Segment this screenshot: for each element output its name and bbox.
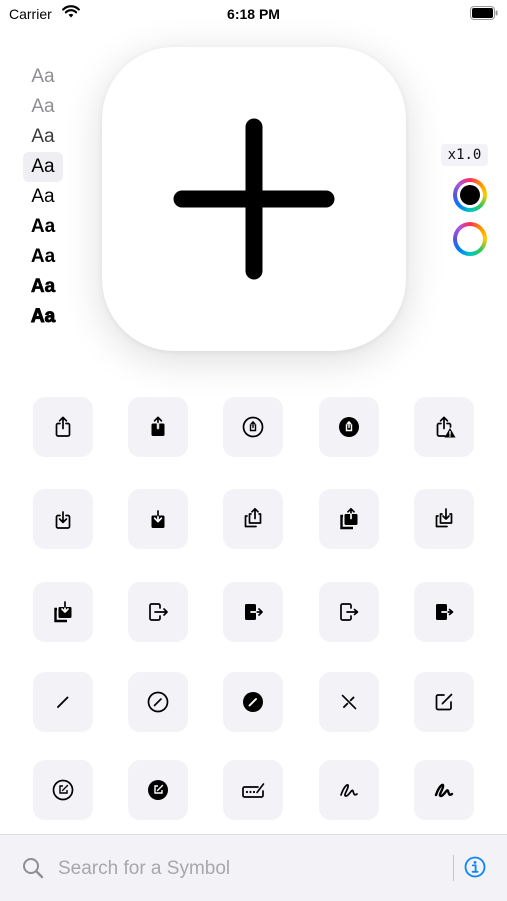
square-and-arrow-up-icon xyxy=(55,416,71,437)
pencil-circle-icon xyxy=(147,691,169,713)
plus-icon xyxy=(173,118,335,280)
symbol-tile[interactable] xyxy=(319,672,379,732)
weight-option-semibold[interactable]: Aa xyxy=(23,212,63,242)
square-and-arrow-down-on-square-icon xyxy=(435,508,453,528)
symbol-tile[interactable] xyxy=(223,489,283,549)
status-bar: Carrier 6:18 PM xyxy=(0,0,507,28)
symbol-tile[interactable] xyxy=(33,760,93,820)
symbol-tile[interactable] xyxy=(414,582,474,642)
symbol-preview xyxy=(102,47,406,351)
weight-option-regular[interactable]: Aa xyxy=(23,152,63,182)
symbol-tile[interactable] xyxy=(414,397,474,457)
symbol-tile[interactable] xyxy=(33,489,93,549)
weight-option-medium[interactable]: Aa xyxy=(23,182,63,212)
symbol-tile[interactable] xyxy=(223,397,283,457)
symbol-tile[interactable] xyxy=(33,397,93,457)
square-and-pencil-circle-fill-icon xyxy=(148,780,168,800)
battery-icon xyxy=(470,6,498,20)
pencil-slash-icon xyxy=(340,693,358,711)
rectangle-portrait-and-arrow-right-icon xyxy=(149,603,168,621)
square-and-arrow-down-on-square-fill-icon xyxy=(54,601,72,623)
rectangle-portrait-and-arrow-forward-fill-icon xyxy=(436,604,454,620)
rectangle-and-pencil-and-ellipsis-icon xyxy=(242,783,265,798)
search-bar xyxy=(0,834,507,901)
weight-option-light[interactable]: Aa xyxy=(23,122,63,152)
secondary-color-picker[interactable] xyxy=(453,222,487,256)
symbol-tile[interactable] xyxy=(319,582,379,642)
primary-color-picker[interactable] xyxy=(453,178,487,212)
scale-button[interactable]: x1.0 xyxy=(441,144,488,166)
weight-option-black[interactable]: Aa xyxy=(23,302,63,332)
symbol-tile[interactable] xyxy=(319,489,379,549)
symbol-tile[interactable] xyxy=(128,489,188,549)
symbol-tile[interactable] xyxy=(223,760,283,820)
symbol-tile[interactable] xyxy=(128,760,188,820)
square-and-pencil-icon xyxy=(435,693,453,711)
square-and-arrow-up-circle-fill-icon xyxy=(339,417,359,437)
weight-option-bold[interactable]: Aa xyxy=(23,242,63,272)
symbol-tile[interactable] xyxy=(223,672,283,732)
symbol-tile[interactable] xyxy=(319,397,379,457)
search-icon xyxy=(23,858,44,879)
symbol-tile[interactable] xyxy=(414,672,474,732)
symbol-tile[interactable] xyxy=(128,582,188,642)
square-and-arrow-down-icon xyxy=(55,511,71,529)
rectangle-portrait-and-arrow-forward-icon xyxy=(340,603,359,621)
square-and-arrow-up-fill-icon xyxy=(151,416,165,436)
pencil-circle-fill-icon xyxy=(243,692,263,712)
symbol-tile[interactable] xyxy=(33,582,93,642)
weight-option-thin[interactable]: Aa xyxy=(23,92,63,122)
symbol-tile[interactable] xyxy=(128,672,188,732)
search-divider xyxy=(453,855,454,881)
square-and-arrow-up-circle-icon xyxy=(242,416,264,438)
primary-color-swatch xyxy=(460,185,480,205)
symbol-tile[interactable] xyxy=(319,760,379,820)
clock: 6:18 PM xyxy=(227,6,280,22)
weight-selector: Aa Aa Aa Aa Aa Aa Aa Aa Aa xyxy=(23,62,63,332)
square-and-arrow-up-on-square-fill-icon xyxy=(340,507,358,530)
weight-option-heavy[interactable]: Aa xyxy=(23,272,63,302)
scribble-variable-icon xyxy=(434,783,454,798)
search-input[interactable] xyxy=(56,853,440,885)
square-and-arrow-up-trianglebadge-exclamationmark-icon xyxy=(436,416,456,438)
symbol-tile[interactable] xyxy=(128,397,188,457)
scribble-icon xyxy=(340,784,358,797)
info-icon[interactable] xyxy=(464,856,486,878)
square-and-pencil-circle-icon xyxy=(52,779,74,801)
rectangle-portrait-and-arrow-right-fill-icon xyxy=(245,604,263,620)
symbol-tile[interactable] xyxy=(33,672,93,732)
symbol-tile[interactable] xyxy=(223,582,283,642)
symbol-tile[interactable] xyxy=(414,489,474,549)
square-and-arrow-up-on-square-icon xyxy=(244,507,262,528)
weight-option-ultralight[interactable]: Aa xyxy=(23,62,63,92)
symbol-tile[interactable] xyxy=(414,760,474,820)
pencil-icon xyxy=(57,696,69,709)
square-and-arrow-down-fill-icon xyxy=(151,510,165,528)
